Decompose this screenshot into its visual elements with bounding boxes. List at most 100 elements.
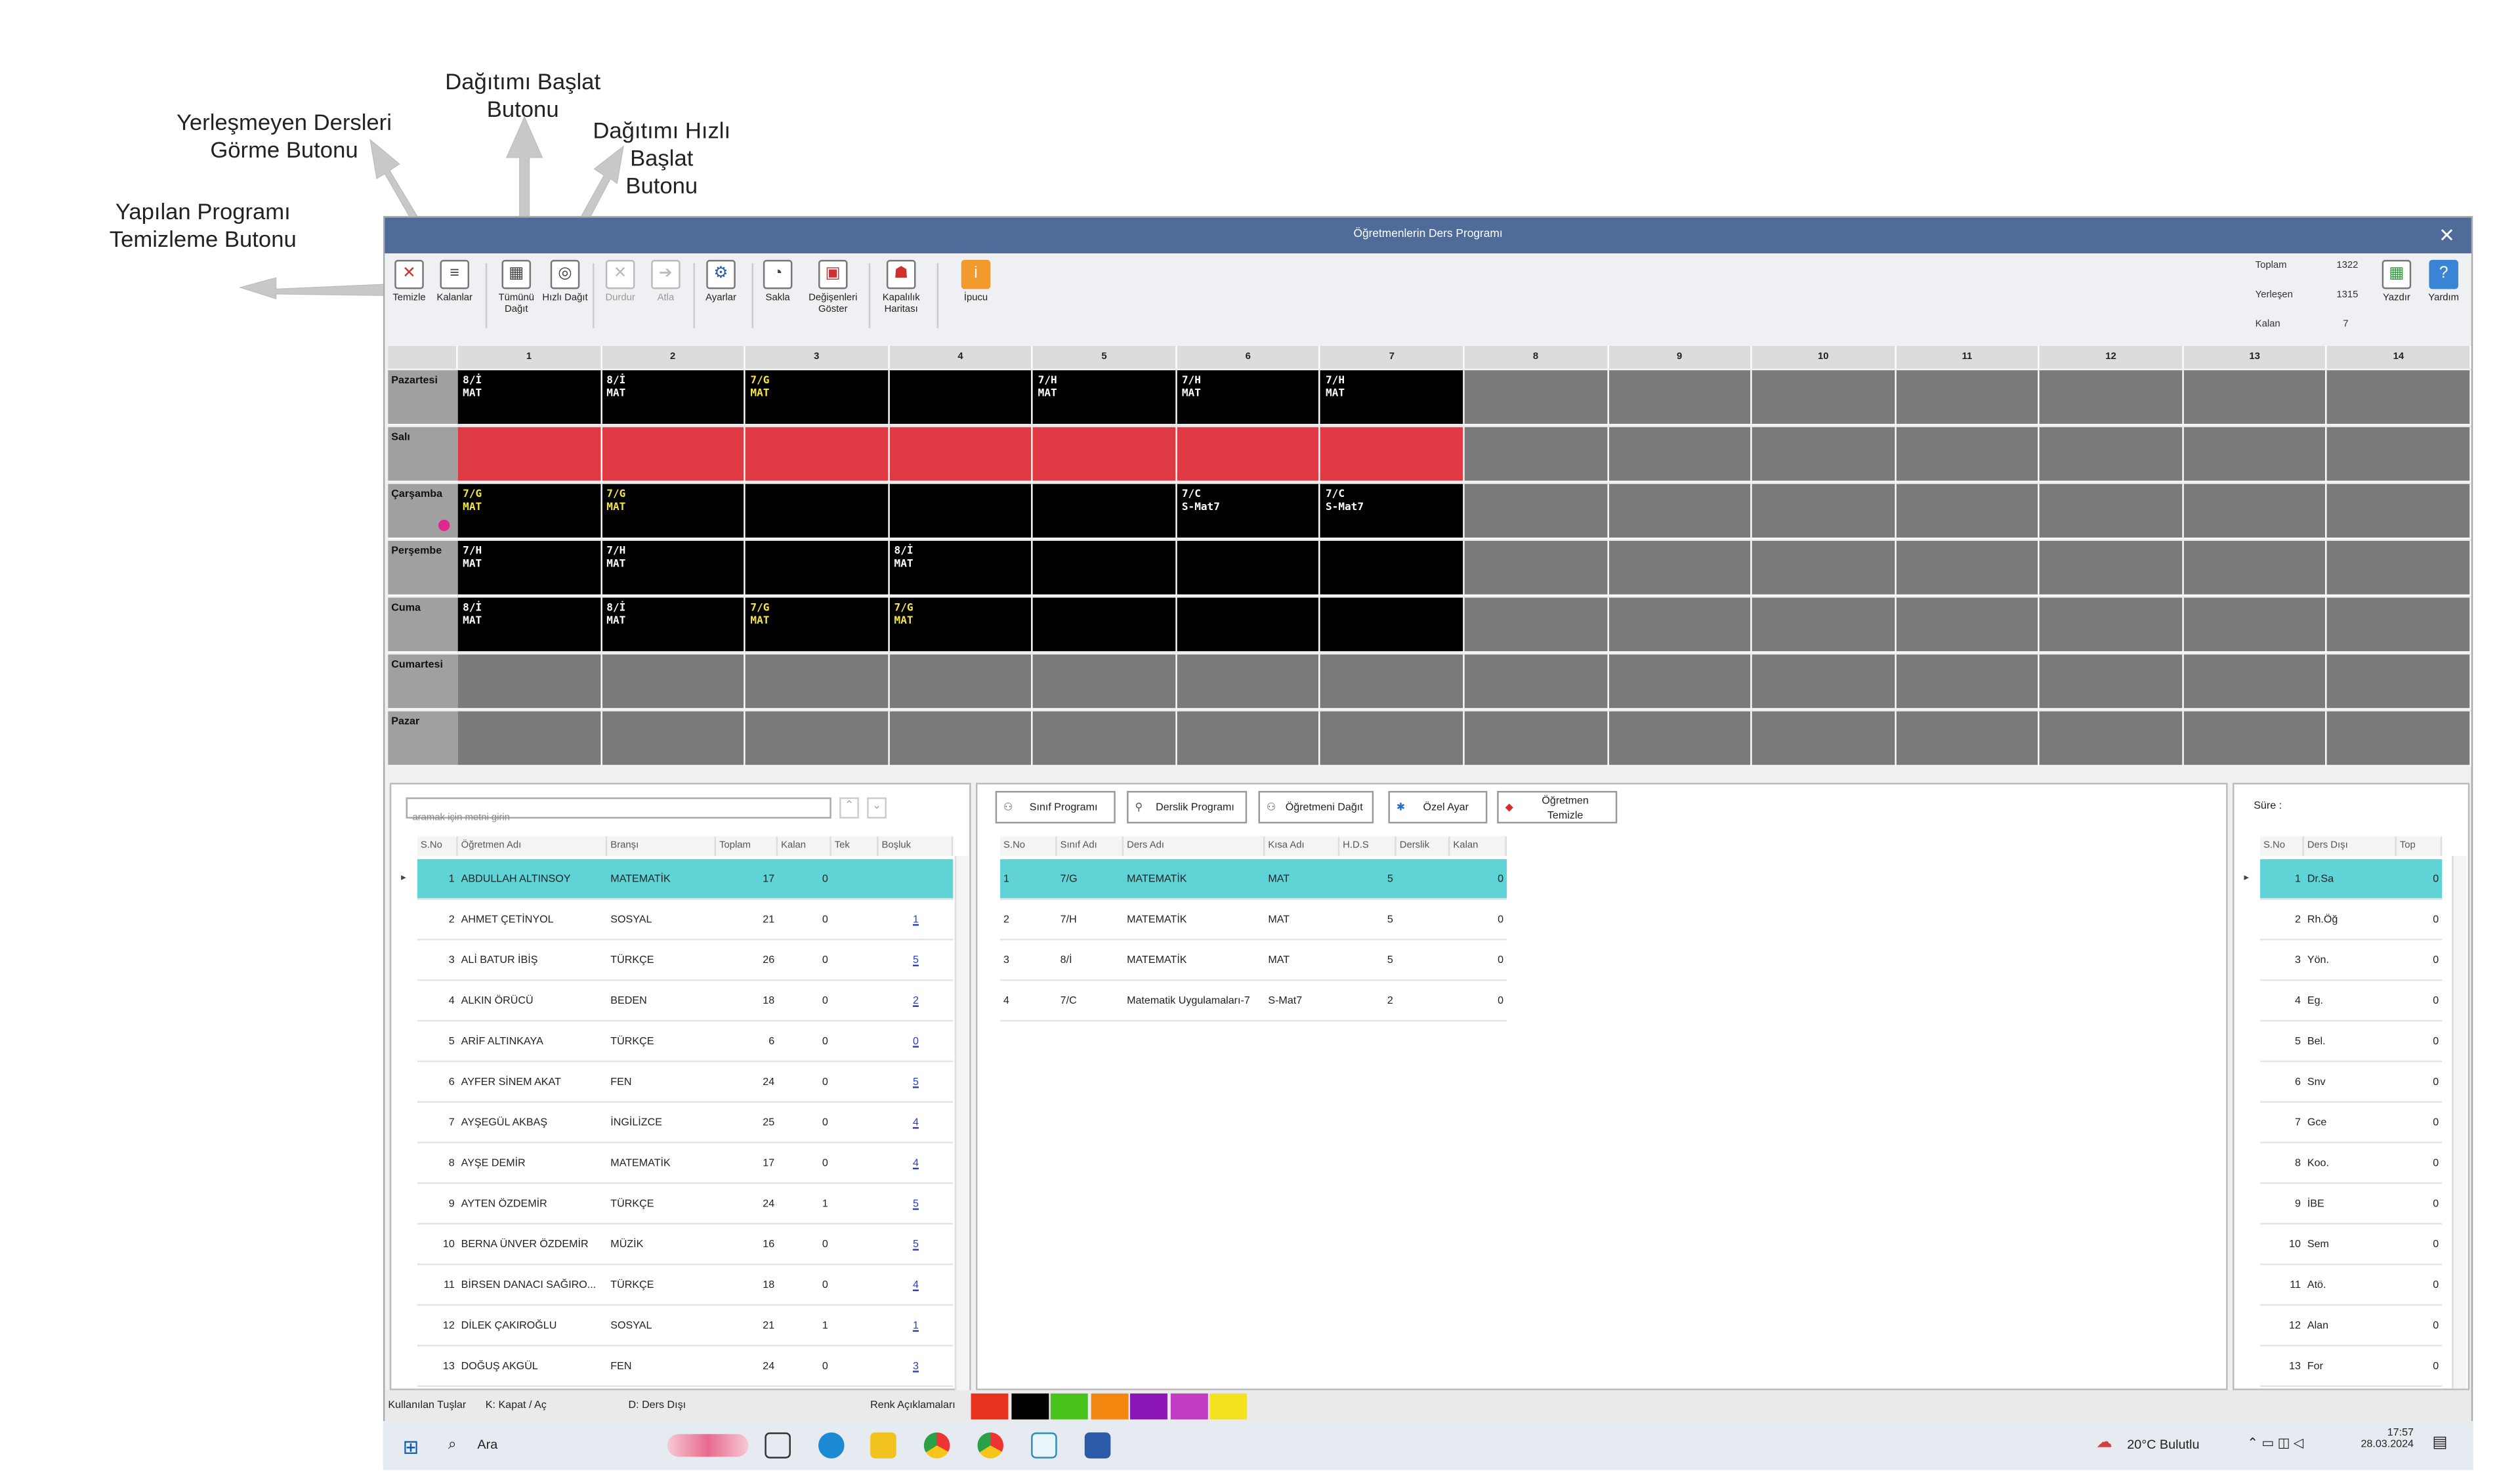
tip-button[interactable]: i İpucu [952,259,1000,305]
schedule-cell[interactable] [1896,484,2040,540]
teacher-row[interactable]: 2 AHMET ÇETİNYOL SOSYAL 21 0 1 [417,900,954,941]
lesson-row[interactable]: 2 7/H MATEMATİK MAT 5 0 [1000,900,1507,941]
schedule-cell[interactable] [1752,484,1897,540]
quick-distribute-button[interactable]: ◎ Hızlı Dağıt [541,259,589,305]
stop-button[interactable]: ✕ Durdur [596,259,644,305]
tray-icons[interactable]: ⌃ ▭ ◫ ◁ [2247,1436,2303,1450]
color-swatch[interactable] [971,1393,1009,1420]
color-swatch[interactable] [1209,1393,1248,1420]
schedule-cell[interactable]: 8/İ MAT [601,597,746,653]
schedule-cell[interactable] [1177,654,1321,710]
schedule-cell[interactable] [1320,540,1465,597]
notification-icon[interactable]: ▤ [2432,1434,2447,1452]
color-swatch[interactable] [1011,1393,1049,1420]
nonclass-row[interactable]: 5 Bel. 0 [2260,1021,2443,1063]
schedule-cell[interactable] [745,427,890,482]
schedule-cell[interactable] [889,484,1034,540]
schedule-cell[interactable] [1033,427,1177,482]
schedule-cell[interactable] [601,654,746,710]
search-input[interactable]: aramak için metni girin [406,797,831,823]
nonclass-row[interactable]: 11 Atö. 0 [2260,1265,2443,1306]
class-program-button[interactable]: ⚇ Sınıf Programı [995,790,1116,824]
nonclass-row[interactable]: 8 Koo. 0 [2260,1143,2443,1184]
teacher-row[interactable]: 13 DOĞUŞ AKGÜL FEN 24 0 3 [417,1346,954,1387]
schedule-cell[interactable] [1896,711,2040,767]
schedule-cell[interactable] [1752,427,1897,482]
schedule-cell[interactable] [1608,597,1752,653]
closure-map-button[interactable]: ☗ Kapalılık Haritası [873,259,929,317]
teacher-row[interactable]: 8 AYŞE DEMİR MATEMATİK 17 0 4 [417,1143,954,1184]
schedule-cell[interactable]: 7/G MAT [601,484,746,540]
schedule-cell[interactable] [1320,597,1465,653]
schedule-cell[interactable]: 7/G MAT [457,484,602,540]
schedule-cell[interactable] [1464,654,1608,710]
teacher-cell-gap[interactable]: 4 [881,1143,950,1184]
show-changes-button[interactable]: ▣ Değişenleri Göster [805,259,860,317]
schedule-cell[interactable] [745,540,890,597]
schedule-cell[interactable] [457,654,602,710]
schedule-cell[interactable] [457,711,602,767]
nonclass-row[interactable]: 2 Rh.Öğ 0 [2260,900,2443,941]
schedule-cell[interactable] [1608,484,1752,540]
nonclass-row[interactable]: 12 Alan 0 [2260,1306,2443,1347]
schedule-cell[interactable] [2327,484,2471,540]
task-view-icon[interactable] [765,1432,791,1459]
schedule-cell[interactable] [2183,711,2328,767]
schedule-cell[interactable] [1177,427,1321,482]
schedule-cell[interactable] [2040,540,2184,597]
schedule-cell[interactable] [1608,711,1752,767]
schedule-cell[interactable]: 7/H MAT [1177,370,1321,426]
hide-button[interactable]: ◔ Sakla [753,259,802,305]
schedule-cell[interactable] [1608,370,1752,426]
search-down-button[interactable]: ⌄ [867,797,887,819]
schedule-cell[interactable] [1896,654,2040,710]
taskbar-clock[interactable]: 17:57 28.03.2024 [2361,1428,2414,1451]
word-icon[interactable] [1084,1432,1111,1459]
nonclass-row[interactable]: 9 İBE 0 [2260,1184,2443,1225]
schedule-cell[interactable]: 8/İ MAT [457,597,602,653]
room-program-button[interactable]: ⚲ Derslik Programı [1127,790,1248,824]
schedule-cell[interactable]: 7/G MAT [745,370,890,426]
skip-button[interactable]: ➔ Atla [641,259,690,305]
teacher-row[interactable]: 6 AYFER SİNEM AKAT FEN 24 0 5 [417,1062,954,1103]
file-explorer-icon[interactable] [870,1432,896,1459]
schedule-cell[interactable] [1752,540,1897,597]
schedule-cell[interactable] [601,427,746,482]
nonclass-row[interactable]: 3 Yön. 0 [2260,941,2443,981]
teacher-cell-gap[interactable]: 4 [881,1265,950,1306]
schedule-cell[interactable] [2183,597,2328,653]
schedule-cell[interactable] [1752,654,1897,710]
teacher-cell-gap[interactable]: 5 [881,1184,950,1225]
schedule-cell[interactable] [2040,370,2184,426]
schedule-cell[interactable] [601,711,746,767]
schedule-cell[interactable] [1177,711,1321,767]
schedule-cell[interactable] [2183,484,2328,540]
schedule-cell[interactable] [1608,540,1752,597]
lesson-row[interactable]: 1 7/G MATEMATİK MAT 5 0 [1000,859,1507,900]
schedule-cell[interactable] [457,427,602,482]
taskbar-search[interactable]: Ara [477,1438,497,1452]
remaining-button[interactable]: ≡ Kalanlar [430,259,479,305]
schedule-cell[interactable] [1752,597,1897,653]
color-swatch[interactable] [1169,1393,1208,1420]
schedule-cell[interactable]: 7/G MAT [889,597,1034,653]
schedule-cell[interactable] [745,654,890,710]
schedule-cell[interactable] [889,427,1034,482]
schedule-cell[interactable]: 7/H MAT [457,540,602,597]
schedule-cell[interactable] [1608,427,1752,482]
schedule-cell[interactable]: 7/C S-Mat7 [1177,484,1321,540]
teacher-row[interactable]: 7 AYŞEGÜL AKBAŞ İNGİLİZCE 25 0 4 [417,1103,954,1143]
schedule-cell[interactable] [1033,540,1177,597]
schedule-cell[interactable] [1033,654,1177,710]
teacher-cell-gap[interactable]: 1 [881,1306,950,1346]
distribute-teacher-button[interactable]: ⚇ Öğretmeni Dağıt [1258,790,1374,824]
schedule-cell[interactable] [1896,370,2040,426]
settings-button[interactable]: ⚙ Ayarlar [696,259,745,305]
lesson-row[interactable]: 3 8/İ MATEMATİK MAT 5 0 [1000,941,1507,981]
teacher-row[interactable]: 10 BERNA ÜNVER ÖZDEMİR MÜZİK 16 0 5 [417,1225,954,1266]
schedule-cell[interactable] [2183,540,2328,597]
color-swatch[interactable] [1130,1393,1167,1420]
clear-teacher-button[interactable]: ◆ Öğretmen Temizle [1497,790,1618,824]
teacher-cell-gap[interactable]: 2 [881,981,950,1021]
schedule-cell[interactable] [1464,711,1608,767]
